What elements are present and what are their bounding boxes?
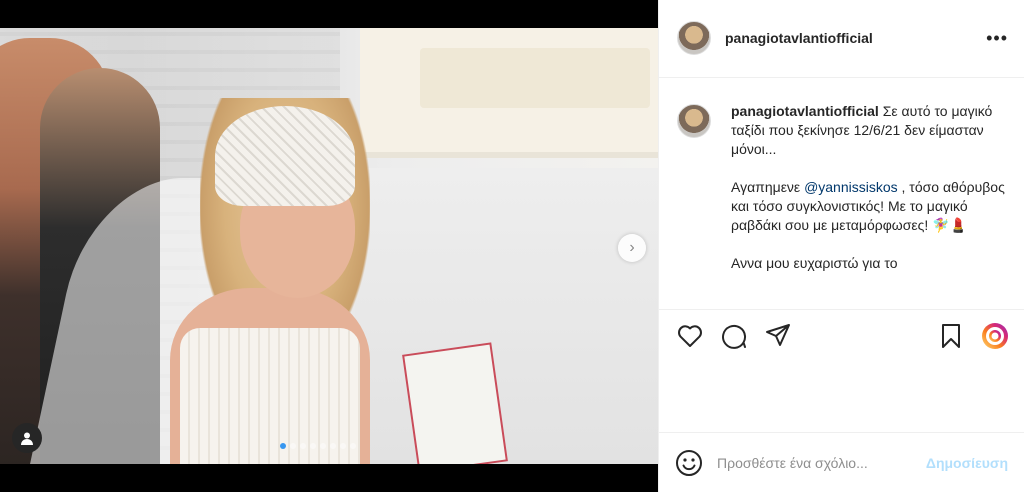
carousel-dot: [320, 443, 326, 449]
instagram-gradient-icon[interactable]: [980, 321, 1010, 351]
avatar[interactable]: [677, 21, 711, 56]
carousel-dot: [280, 443, 286, 449]
details-pane: panagiotavlantiofficial ••• panagiotavla…: [658, 0, 1024, 492]
chevron-right-icon[interactable]: ›: [618, 234, 646, 262]
caption-p2-pre: Αγαπημενε: [731, 178, 805, 195]
caption-text: panagiotavlantiofficial Σε αυτό το μαγικ…: [731, 102, 1008, 310]
action-bar: [659, 309, 1024, 363]
comment-bar: Δημοσίευση: [659, 432, 1024, 492]
carousel-dot: [350, 443, 356, 449]
post-button[interactable]: Δημοσίευση: [926, 455, 1008, 471]
carousel-dot: [310, 443, 316, 449]
carousel-dot: [290, 443, 296, 449]
comment-icon[interactable]: [719, 321, 749, 351]
send-icon[interactable]: [763, 321, 793, 351]
avatar[interactable]: [677, 103, 711, 138]
carousel-dots: [280, 443, 356, 449]
caption-username[interactable]: panagiotavlantiofficial: [731, 103, 879, 119]
carousel-dot: [340, 443, 346, 449]
carousel-dot: [330, 443, 336, 449]
post-photo[interactable]: [0, 28, 658, 464]
more-dots-icon[interactable]: •••: [986, 28, 1008, 49]
header-username[interactable]: panagiotavlantiofficial: [725, 30, 986, 46]
carousel-dot: [300, 443, 306, 449]
smiley-icon[interactable]: [675, 449, 703, 477]
mention-link[interactable]: @yannissiskos: [804, 179, 898, 195]
bookmark-icon[interactable]: [936, 321, 966, 351]
post-header: panagiotavlantiofficial •••: [659, 0, 1024, 78]
heart-icon[interactable]: [675, 321, 705, 351]
media-pane: ›: [0, 0, 658, 492]
comment-input[interactable]: [717, 454, 926, 471]
caption: panagiotavlantiofficial Σε αυτό το μαγικ…: [659, 78, 1024, 310]
caption-p3: Αννα μου ευχαριστώ για το: [731, 254, 898, 271]
tagged-user-icon[interactable]: [12, 423, 42, 453]
